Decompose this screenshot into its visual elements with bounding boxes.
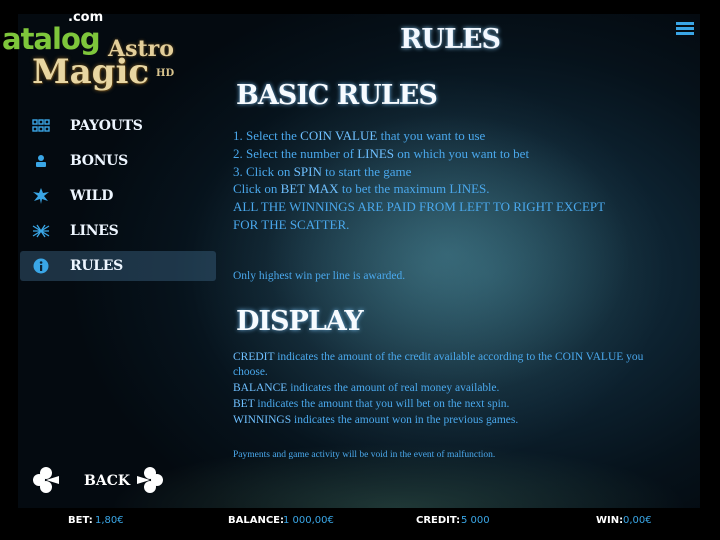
lines-icon <box>32 223 50 239</box>
balance-value: 1 000,00€ <box>283 515 334 526</box>
sidebar-item-wild[interactable]: WILD <box>20 181 216 211</box>
game-window: Magic Astro HD atalog .com RULES PAYOUTS <box>0 0 720 540</box>
display-line: BALANCE indicates the amount of real mon… <box>233 382 500 394</box>
sidebar-item-rules[interactable]: RULES <box>20 251 216 281</box>
logo-hd-badge: HD <box>156 68 175 79</box>
malfunction-disclaimer: Payments and game activity will be void … <box>233 450 496 460</box>
basic-rules-heading: BASIC RULES <box>236 80 438 111</box>
clover-right-icon[interactable] <box>136 466 164 494</box>
grid-icon <box>32 118 50 134</box>
page-title: RULES <box>399 24 501 55</box>
bet-label: BET: <box>68 515 93 526</box>
sidebar-item-label: PAYOUTS <box>70 118 143 134</box>
win-value: 0,00€ <box>623 515 652 526</box>
hamburger-menu-icon[interactable] <box>676 22 694 36</box>
sidebar-item-lines[interactable]: LINES <box>20 216 216 246</box>
watermark-tld: .com <box>68 10 104 25</box>
bet-value: 1,80€ <box>95 515 124 526</box>
bonus-icon <box>32 153 50 169</box>
rule-line: 3. Click on SPIN to start the game <box>233 164 412 179</box>
rule-line: 2. Select the number of LINES on which y… <box>233 146 530 161</box>
sidebar-item-bonus[interactable]: BONUS <box>20 146 216 176</box>
rule-line: Click on BET MAX to bet the maximum LINE… <box>233 181 490 196</box>
sidebar-item-label: WILD <box>70 188 114 204</box>
logo-title-astro: Astro <box>108 36 174 62</box>
display-line: BET indicates the amount that you will b… <box>233 398 510 410</box>
rule-line: FOR THE SCATTER. <box>233 217 350 232</box>
win-label: WIN: <box>596 515 624 526</box>
game-logo: Magic Astro HD atalog .com <box>0 8 190 92</box>
sidebar-item-label: LINES <box>70 223 119 239</box>
back-button[interactable]: BACK <box>84 473 130 489</box>
display-line: CREDIT indicates the amount of the credi… <box>233 351 644 363</box>
status-bar: BET: 1,80€ BALANCE: 1 000,00€ CREDIT: 5 … <box>0 508 720 540</box>
credit-value: 5 000 <box>461 515 490 526</box>
star-burst-icon <box>32 188 50 204</box>
display-heading: DISPLAY <box>236 306 364 337</box>
balance-label: BALANCE: <box>228 515 285 526</box>
sidebar-item-label: BONUS <box>70 153 128 169</box>
sidebar-item-payouts[interactable]: PAYOUTS <box>20 111 216 141</box>
credit-label: CREDIT: <box>416 515 461 526</box>
clover-left-icon[interactable] <box>32 466 60 494</box>
win-per-line-note: Only highest win per line is awarded. <box>233 270 406 282</box>
rule-line: ALL THE WINNINGS ARE PAID FROM LEFT TO R… <box>233 199 606 214</box>
display-line: choose. <box>233 366 268 378</box>
sidebar-item-label: RULES <box>70 258 123 274</box>
info-icon <box>32 258 50 274</box>
watermark-site: atalog <box>2 22 101 56</box>
rule-line: 1. Select the COIN VALUE that you want t… <box>233 128 486 143</box>
display-line: WINNINGS indicates the amount won in the… <box>233 414 519 426</box>
